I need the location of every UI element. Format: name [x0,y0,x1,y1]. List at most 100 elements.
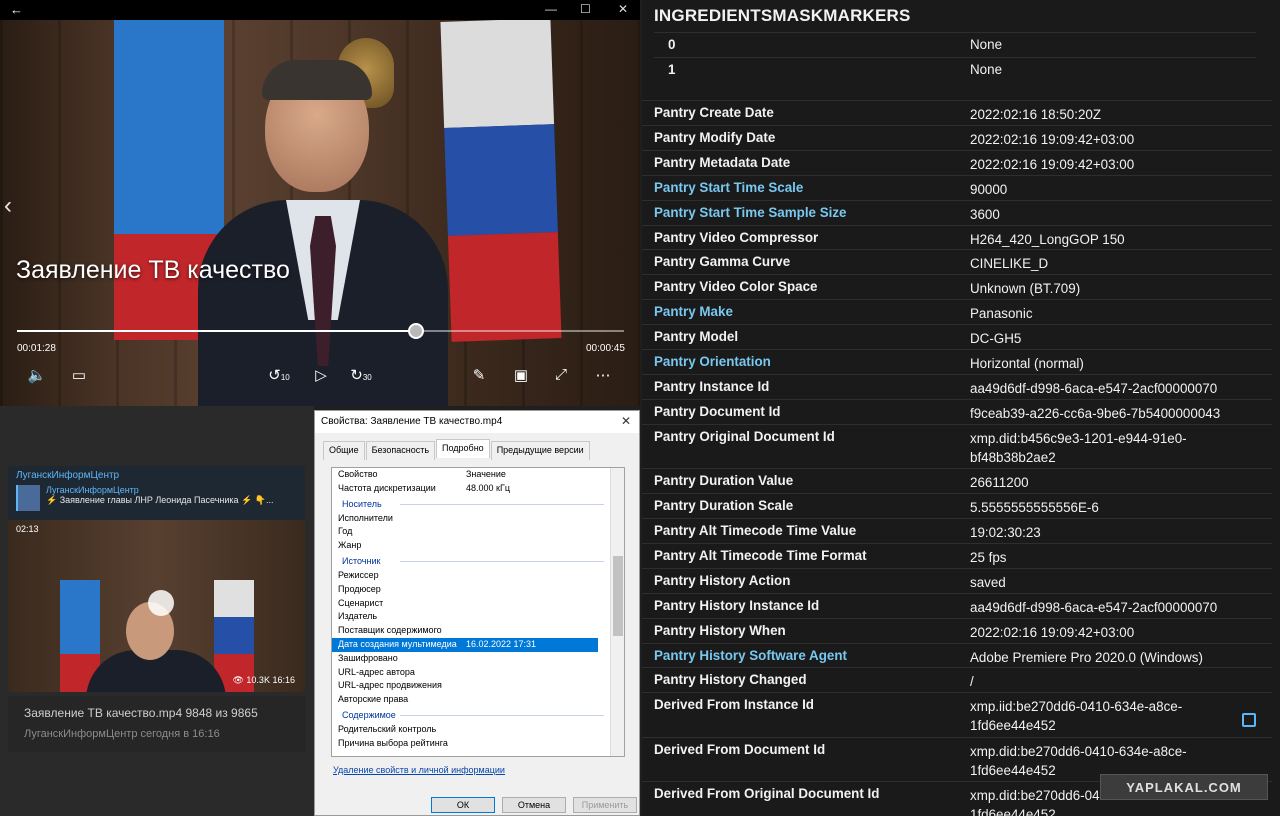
seek-bar[interactable] [17,323,624,339]
quote-author: ЛуганскИнформЦентр [46,485,139,495]
property-row[interactable]: Родительский контроль [332,723,624,737]
property-name: Зашифровано [338,652,398,663]
list-header: Свойство Значение [332,468,624,482]
header-value[interactable]: Значение [466,468,506,482]
seek-fill [17,330,416,332]
metadata-value: / [970,674,974,690]
ok-button[interactable]: ОК [431,797,495,813]
metadata-value: 2022:02:16 19:09:42+03:00 [970,156,1135,172]
metadata-value: saved [970,574,1006,590]
file-card[interactable]: Заявление ТВ качество.mp4 9848 из 9865 Л… [8,696,306,752]
telegram-message[interactable]: ЛуганскИнформЦентр ЛуганскИнформЦентр ⚡ … [8,466,305,692]
property-row[interactable]: Продюсер [332,583,624,597]
header-property[interactable]: Свойство [338,469,378,479]
close-icon[interactable]: ✕ [618,2,628,16]
edit-pen-icon[interactable]: ✎ [468,366,490,384]
dialog-titlebar: Свойства: Заявление ТВ качество.mp4 ✕ [315,411,639,433]
metadata-row: Pantry Video Compressor H264_420_LongGOP … [642,224,1272,250]
metadata-key: Derived From Document Id [654,741,826,757]
metadata-value: 3600 [970,206,1000,222]
index-value: None [970,62,1003,77]
property-name: URL-адрес автора [338,666,415,677]
metadata-key: Pantry Modify Date [654,129,776,145]
metadata-value: xmp.iid:be270dd6-0410-634e-a8ce- 1fd6ee4… [970,699,1183,734]
file-name: Заявление ТВ качество.mp4 9848 из 9865 [24,706,258,720]
property-row[interactable]: Авторские права [332,693,624,707]
view-stats: 👁 10.3K 16:16 [232,675,295,685]
metadata-key: Pantry Start Time Sample Size [654,204,847,220]
tab-1[interactable]: Безопасность [365,441,436,460]
metadata-value: 90000 [970,181,1008,197]
close-icon[interactable]: ✕ [621,414,631,428]
channel-name[interactable]: ЛуганскИнформЦентр [16,470,297,481]
property-row[interactable]: Режиссер [332,569,624,583]
property-row[interactable]: Издатель [332,610,624,624]
property-row[interactable]: URL-адрес продвижения [332,679,624,693]
property-row[interactable]: Частота дискретизации 48.000 кГц [332,482,624,496]
property-row[interactable]: Причина выбора рейтинга [332,737,624,751]
tab-3[interactable]: Предыдущие версии [490,441,590,460]
metadata-key: Pantry Create Date [654,105,774,120]
play-icon[interactable] [148,590,174,616]
video-frame [0,18,640,406]
dialog-tabs: Общие Безопасность Подробно Предыдущие верс… [323,439,591,460]
metadata-key: Pantry Video Color Space [654,279,818,295]
mini-view-icon[interactable]: ▣ [510,366,532,384]
file-meta: ЛуганскИнформЦентр сегодня в 16:16 [24,728,220,740]
tab-2[interactable]: Подробно [436,439,490,458]
property-name: Сценарист [338,597,384,608]
previous-icon[interactable]: ‹ [4,192,12,220]
property-row[interactable]: Зашифровано [332,652,624,666]
property-name: URL-адрес продвижения [338,680,442,691]
remove-properties-link[interactable]: Удаление свойств и личной информации [333,765,505,775]
dialog-title: Свойства: Заявление ТВ качество.mp4 [321,416,503,427]
more-options-icon[interactable]: ⋯ [592,366,614,384]
metadata-value: Horizontal (normal) [970,356,1084,371]
play-icon[interactable]: ▷ [310,366,332,384]
property-row[interactable]: Исполнители [332,512,624,526]
property-list[interactable]: Свойство Значение Частота дискретизации 4… [331,467,625,757]
subtitles-icon[interactable]: ▭ [68,366,90,384]
property-row[interactable]: URL-адрес автора [332,666,624,680]
telegram-post: ЛуганскИнформЦентр ЛуганскИнформЦентр ⚡ … [0,406,314,816]
metadata-row: Derived From Instance Id xmp.iid:be270dd6… [642,692,1272,737]
volume-icon[interactable]: 🔈 [26,366,48,384]
metadata-row: Pantry Start Time Scale 90000 [642,174,1272,200]
scrollbar[interactable] [610,468,624,756]
metadata-row: Pantry Orientation Horizontal (normal) [642,349,1272,374]
property-row[interactable]: Сценарист [332,597,624,611]
property-group: Источник [332,553,624,569]
property-name: Год [338,526,353,537]
property-row[interactable]: Поставщик содержимого [332,624,624,638]
seek-handle[interactable] [407,323,424,339]
skip-back-label: 10 [280,373,290,382]
maximize-icon[interactable]: ☐ [580,2,591,16]
cancel-button[interactable]: Отмена [502,797,566,813]
metadata-value: 2022:02:16 19:09:42+03:00 [970,624,1135,640]
metadata-key: Pantry History When [654,622,786,638]
back-arrow-icon[interactable]: ← [10,2,23,17]
property-group: Носитель [332,496,624,512]
fullscreen-icon[interactable]: ⤢ [550,366,572,383]
video-thumbnail[interactable]: 02:13 👁 10.3K 16:16 [8,520,305,692]
metadata-row: Pantry Model DC-GH5 [642,324,1272,349]
metadata-panel: INGREDIENTSMASKMARKERS 0 None 1 None Pantry… [642,0,1280,816]
skip-back-button[interactable]: ↺10 [268,366,290,384]
property-row[interactable]: Жанр [332,539,624,553]
metadata-key: Pantry Gamma Curve [654,254,791,270]
property-row[interactable]: Год [332,525,624,539]
minimize-icon[interactable]: — [545,2,557,16]
metadata-row: Pantry Start Time Sample Size 3600 [642,199,1272,225]
tab-0[interactable]: Общие [323,441,365,460]
property-name: Режиссер [338,569,379,580]
scroll-thumb[interactable] [613,556,623,636]
edit-icon[interactable] [1242,713,1256,727]
metadata-key: Pantry History Action [654,572,791,588]
skip-forward-button[interactable]: ↻30 [350,366,372,384]
avatar [16,485,40,511]
property-row[interactable]: Дата создания мультимедиа 16.02.2022 17:3… [332,637,598,652]
reply-quote[interactable]: ЛуганскИнформЦентр ⚡ Заявление главы ЛНР… [16,485,297,511]
view-count: 10.3K [246,675,270,685]
apply-button[interactable]: Применить [573,797,637,813]
metadata-key: Pantry Start Time Scale [654,179,804,195]
